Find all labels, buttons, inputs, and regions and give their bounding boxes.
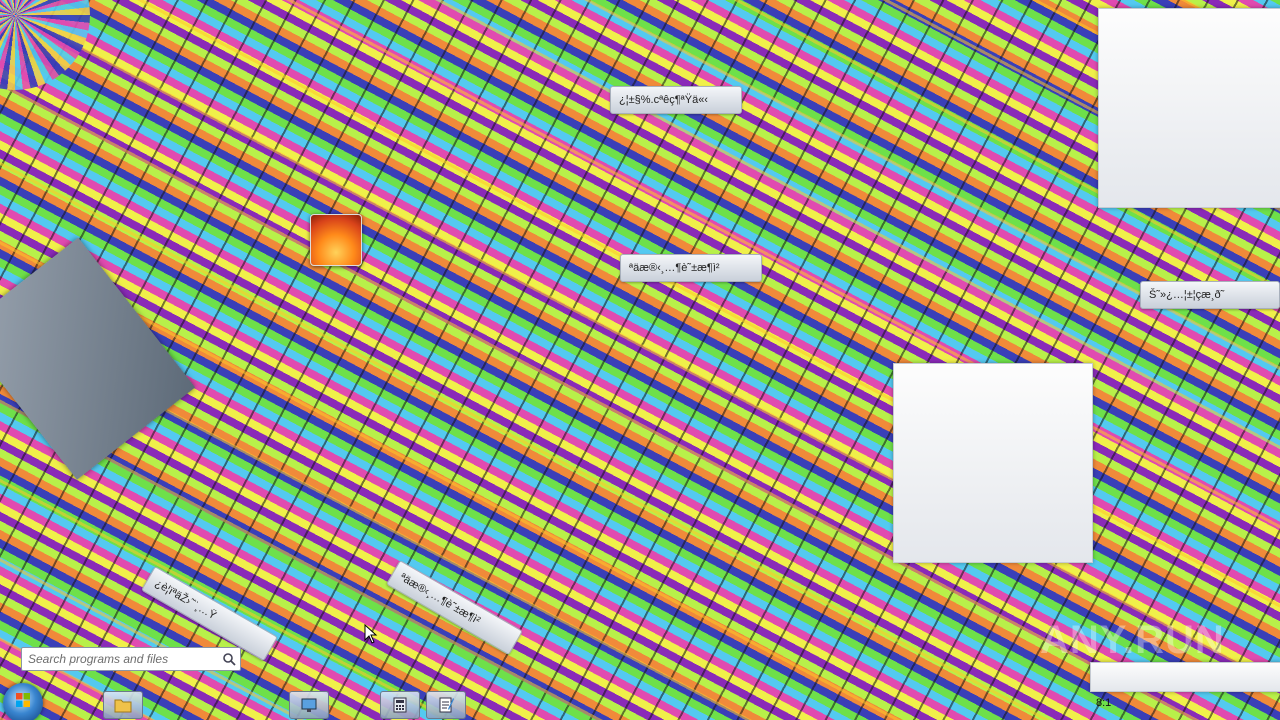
- search-input[interactable]: [22, 648, 224, 670]
- blank-window-center[interactable]: [893, 363, 1093, 563]
- garbled-label-2[interactable]: ªäæ®‹¸…¶è˜±æ¶ì²: [620, 254, 762, 282]
- photo-icon[interactable]: [310, 214, 362, 266]
- garbled-label-3[interactable]: Š˜»¿…¦±¦çæ¸ð˜: [1140, 281, 1280, 309]
- monitor-icon: [301, 698, 317, 712]
- taskbar-explorer-button[interactable]: [103, 691, 143, 719]
- tray-clock[interactable]: 8:1: [1096, 697, 1111, 709]
- search-icon[interactable]: [222, 652, 236, 666]
- taskbar-network-button[interactable]: [289, 691, 329, 719]
- blank-window-bottom-right[interactable]: [1090, 662, 1280, 692]
- start-search-box[interactable]: [21, 647, 241, 671]
- taskbar-notepad-button[interactable]: [426, 691, 466, 719]
- desktop-background: ¿¦±§%.cªêç¶ªŸä«‹ ªäæ®‹¸…¶è˜±æ¶ì² Š˜»¿…¦±…: [0, 0, 1280, 720]
- wallpaper-swirl: [0, 0, 90, 90]
- watermark-text: ANY.RUN: [1040, 618, 1225, 662]
- notepad-icon: [439, 697, 454, 713]
- start-button[interactable]: [3, 683, 43, 720]
- windows-start-icon: [16, 693, 30, 707]
- calculator-icon: [393, 697, 407, 713]
- blank-window-top-right[interactable]: [1098, 8, 1280, 208]
- tilted-window-panel[interactable]: [0, 237, 196, 480]
- garbled-label-1[interactable]: ¿¦±§%.cªêç¶ªŸä«‹: [610, 86, 742, 114]
- garbled-label-4[interactable]: ªäæ®‹¸…¶è˜±æ¶ì²: [386, 560, 523, 656]
- folder-icon: [114, 699, 132, 713]
- mouse-cursor-icon: [364, 624, 378, 644]
- taskbar-calculator-button[interactable]: [380, 691, 420, 719]
